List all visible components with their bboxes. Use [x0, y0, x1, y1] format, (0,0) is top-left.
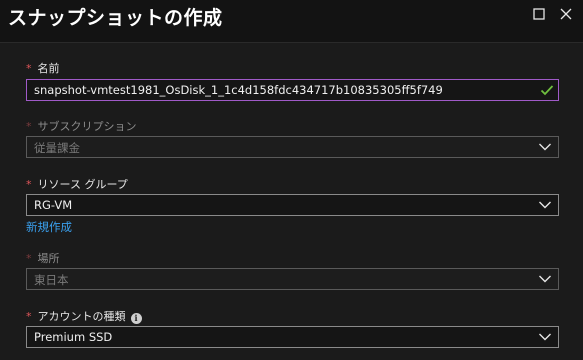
- name-label: * 名前: [26, 62, 60, 75]
- resource-group-value: RG-VM: [34, 198, 73, 212]
- close-icon: [560, 8, 572, 20]
- chevron-down-icon: [539, 333, 551, 341]
- maximize-button[interactable]: [531, 6, 547, 22]
- close-button[interactable]: [558, 6, 574, 22]
- create-new-link[interactable]: 新規作成: [26, 219, 72, 235]
- account-type-label: * アカウントの種類 i: [26, 308, 142, 324]
- checkmark-icon: [540, 85, 554, 96]
- resource-group-select[interactable]: RG-VM: [26, 194, 559, 216]
- form-body: * 名前 snapshot-vmtest1981_OsDisk_1_1c4d158…: [0, 44, 583, 360]
- required-mark: *: [26, 120, 32, 133]
- required-mark: *: [26, 178, 32, 191]
- required-mark: *: [26, 252, 32, 265]
- account-type-select[interactable]: Premium SSD: [26, 326, 559, 348]
- required-mark: *: [26, 310, 32, 323]
- location-select[interactable]: 東日本: [26, 268, 559, 290]
- location-value: 東日本: [34, 273, 69, 287]
- subscription-value: 従量課金: [34, 141, 80, 155]
- location-label: * 場所: [26, 252, 60, 265]
- info-icon[interactable]: i: [130, 313, 142, 324]
- page-title: スナップショットの作成: [8, 7, 223, 29]
- chevron-down-icon: [539, 201, 551, 209]
- subscription-label: * サブスクリプション: [26, 120, 137, 133]
- maximize-icon: [533, 8, 545, 20]
- chevron-down-icon: [539, 143, 551, 151]
- name-field[interactable]: snapshot-vmtest1981_OsDisk_1_1c4d158fdc4…: [26, 79, 559, 101]
- subscription-select[interactable]: 従量課金: [26, 136, 559, 158]
- blade-header: スナップショットの作成: [0, 0, 583, 43]
- name-value: snapshot-vmtest1981_OsDisk_1_1c4d158fdc4…: [34, 83, 443, 97]
- account-type-value: Premium SSD: [34, 330, 113, 344]
- resource-group-label: * リソース グループ: [26, 178, 128, 191]
- required-mark: *: [26, 62, 32, 75]
- chevron-down-icon: [539, 275, 551, 283]
